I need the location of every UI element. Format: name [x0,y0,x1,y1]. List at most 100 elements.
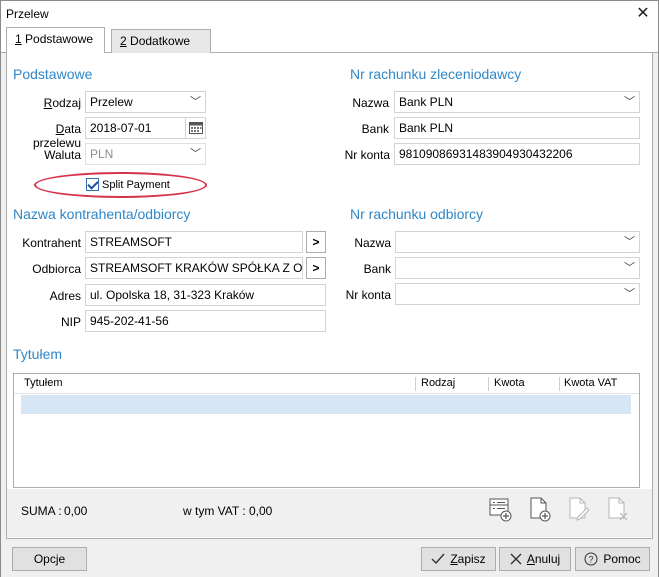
title-bar: Przelew ✕ [1,1,658,28]
column-header-kwota[interactable]: Kwota [494,377,525,389]
split-payment-label: Split Payment [102,179,170,191]
suma-label: SUMA : [21,504,62,518]
suma-value: 0,00 [64,504,88,518]
titles-grid-header: Tytułem Rodzaj Kwota Kwota VAT [14,374,639,394]
zapisz-label-text: apisz [457,552,486,566]
przelew-window: Przelew ✕ 1 Podstawowe 2 Dodatkowe Podst… [0,0,659,577]
split-payment-checkbox[interactable] [86,178,99,191]
rodzaj-select[interactable]: Przelew ﹀ [85,91,206,113]
column-separator[interactable] [488,377,489,391]
add-document-icon[interactable] [527,495,553,523]
calendar-icon[interactable] [185,118,205,138]
column-header-tytulem[interactable]: Tytułem [24,377,63,389]
section-title-sender-account: Nr rachunku zleceniodawcy [350,66,522,82]
anuluj-button[interactable]: Anuluj [499,547,571,571]
adres-label: Adres [49,289,81,303]
sender-nazwa-label: Nazwa [352,96,389,110]
svg-text:?: ? [589,555,594,565]
rodzaj-value: Przelew [90,95,133,109]
recipient-nrkonta-label: Nr konta [345,288,391,302]
delete-document-icon[interactable] [605,495,631,523]
nip-input[interactable]: 945-202-41-56 [85,310,326,332]
column-header-kwota-vat[interactable]: Kwota VAT [564,377,617,389]
data-przelewu-label: Data przelewu [9,122,81,150]
close-button[interactable]: ✕ [629,2,657,26]
nip-label: NIP [60,315,81,329]
sender-bank-value: Bank PLN [399,121,454,135]
recipient-bank-label: Bank [363,262,391,276]
window-title: Przelew [6,7,49,21]
tab-dodatkowe-hotkey: 2 [120,34,127,48]
column-separator[interactable] [559,377,560,391]
sender-bank-label: Bank [361,122,389,136]
tab-dodatkowe-label: Dodatkowe [126,34,191,48]
zapisz-button[interactable]: Zapisz [421,547,496,571]
column-header-rodzaj[interactable]: Rodzaj [421,377,455,389]
pomoc-button[interactable]: ? Pomoc [575,547,650,571]
sender-nazwa-select[interactable]: Bank PLN ﹀ [394,91,640,113]
data-przelewu-hotkey: D [55,122,65,136]
adres-input[interactable]: ul. Opolska 18, 31-323 Kraków [85,284,326,306]
recipient-nazwa-select[interactable]: ﹀ [395,231,640,253]
chevron-down-icon: ﹀ [624,96,635,108]
rodzaj-label-hotkey: R [43,96,53,110]
odbiorca-input[interactable]: STREAMSOFT KRAKÓW SPÓŁKA Z OGRANICZONĄ [85,257,303,279]
edit-document-icon[interactable] [566,495,592,523]
tab-dodatkowe[interactable]: 2 Dodatkowe [111,29,211,53]
zapisz-hotkey: Z [450,552,458,566]
sender-bank-input[interactable]: Bank PLN [394,117,640,139]
tab-strip: 1 Podstawowe 2 Dodatkowe [1,27,658,53]
rodzaj-label: Rodzaj [21,96,81,110]
data-przelewu-input[interactable]: 2018-07-01 [85,117,206,139]
anuluj-button-label: Anuluj [527,552,560,566]
anuluj-hotkey: A [526,552,535,566]
vat-label: w tym VAT : [183,504,246,518]
vat-value: 0,00 [249,504,273,518]
chevron-down-icon: ﹀ [624,288,635,300]
column-separator[interactable] [415,377,416,391]
chevron-down-icon: ﹀ [190,96,201,108]
kontrahent-value: STREAMSOFT [90,235,173,249]
recipient-bank-select[interactable]: ﹀ [395,257,640,279]
waluta-select[interactable]: PLN ﹀ [85,143,206,165]
kontrahent-select-button[interactable]: > [306,231,326,253]
summary-bar: SUMA : 0,00 w tym VAT : 0,00 [7,489,652,537]
pomoc-button-label: Pomoc [603,552,641,566]
section-title-podstawowe: Podstawowe [13,66,93,82]
zapisz-button-label: Zapisz [450,552,485,566]
close-icon [510,553,522,565]
chevron-down-icon: ﹀ [624,236,635,248]
rodzaj-label-text: odzaj [52,96,81,110]
anuluj-label-text: nuluj [534,552,561,566]
sender-nrkonta-value: 98109086931483904930432206 [399,147,573,161]
waluta-label: Waluta [44,148,81,162]
checkmark-icon [431,553,445,565]
tab-podstawowe-label: Podstawowe [21,32,94,46]
recipient-nazwa-label: Nazwa [354,236,391,250]
section-title-recipient-account: Nr rachunku odbiorcy [350,206,484,222]
table-row[interactable] [21,395,631,414]
tab-podstawowe-hotkey: 1 [15,32,22,46]
tab-podstawowe[interactable]: 1 Podstawowe [6,27,105,53]
help-icon: ? [584,552,598,566]
chevron-down-icon: ﹀ [190,148,201,160]
odbiorca-select-button[interactable]: > [306,257,326,279]
opcje-button[interactable]: Opcje [12,547,87,571]
sender-nazwa-value: Bank PLN [399,95,454,109]
titles-grid[interactable]: Tytułem Rodzaj Kwota Kwota VAT [13,373,640,488]
sender-nrkonta-input[interactable]: 98109086931483904930432206 [394,143,640,165]
waluta-value: PLN [90,147,114,161]
bottom-button-bar: Opcje Zapisz Anuluj ? Pomoc [1,540,658,577]
data-przelewu-value: 2018-07-01 [90,121,152,135]
adres-value: ul. Opolska 18, 31-323 Kraków [90,288,255,302]
opcje-button-label: Opcje [33,552,66,566]
recipient-nrkonta-select[interactable]: ﹀ [395,283,640,305]
nip-value: 945-202-41-56 [90,314,169,328]
kontrahent-input[interactable]: STREAMSOFT [85,231,303,253]
odbiorca-label: Odbiorca [32,262,81,276]
chevron-down-icon: ﹀ [624,262,635,274]
kontrahent-label: Kontrahent [22,236,81,250]
add-from-list-icon[interactable] [488,495,514,523]
section-title-tytulem: Tytułem [13,346,63,362]
section-title-counterparty: Nazwa kontrahenta/odbiorcy [13,206,191,222]
